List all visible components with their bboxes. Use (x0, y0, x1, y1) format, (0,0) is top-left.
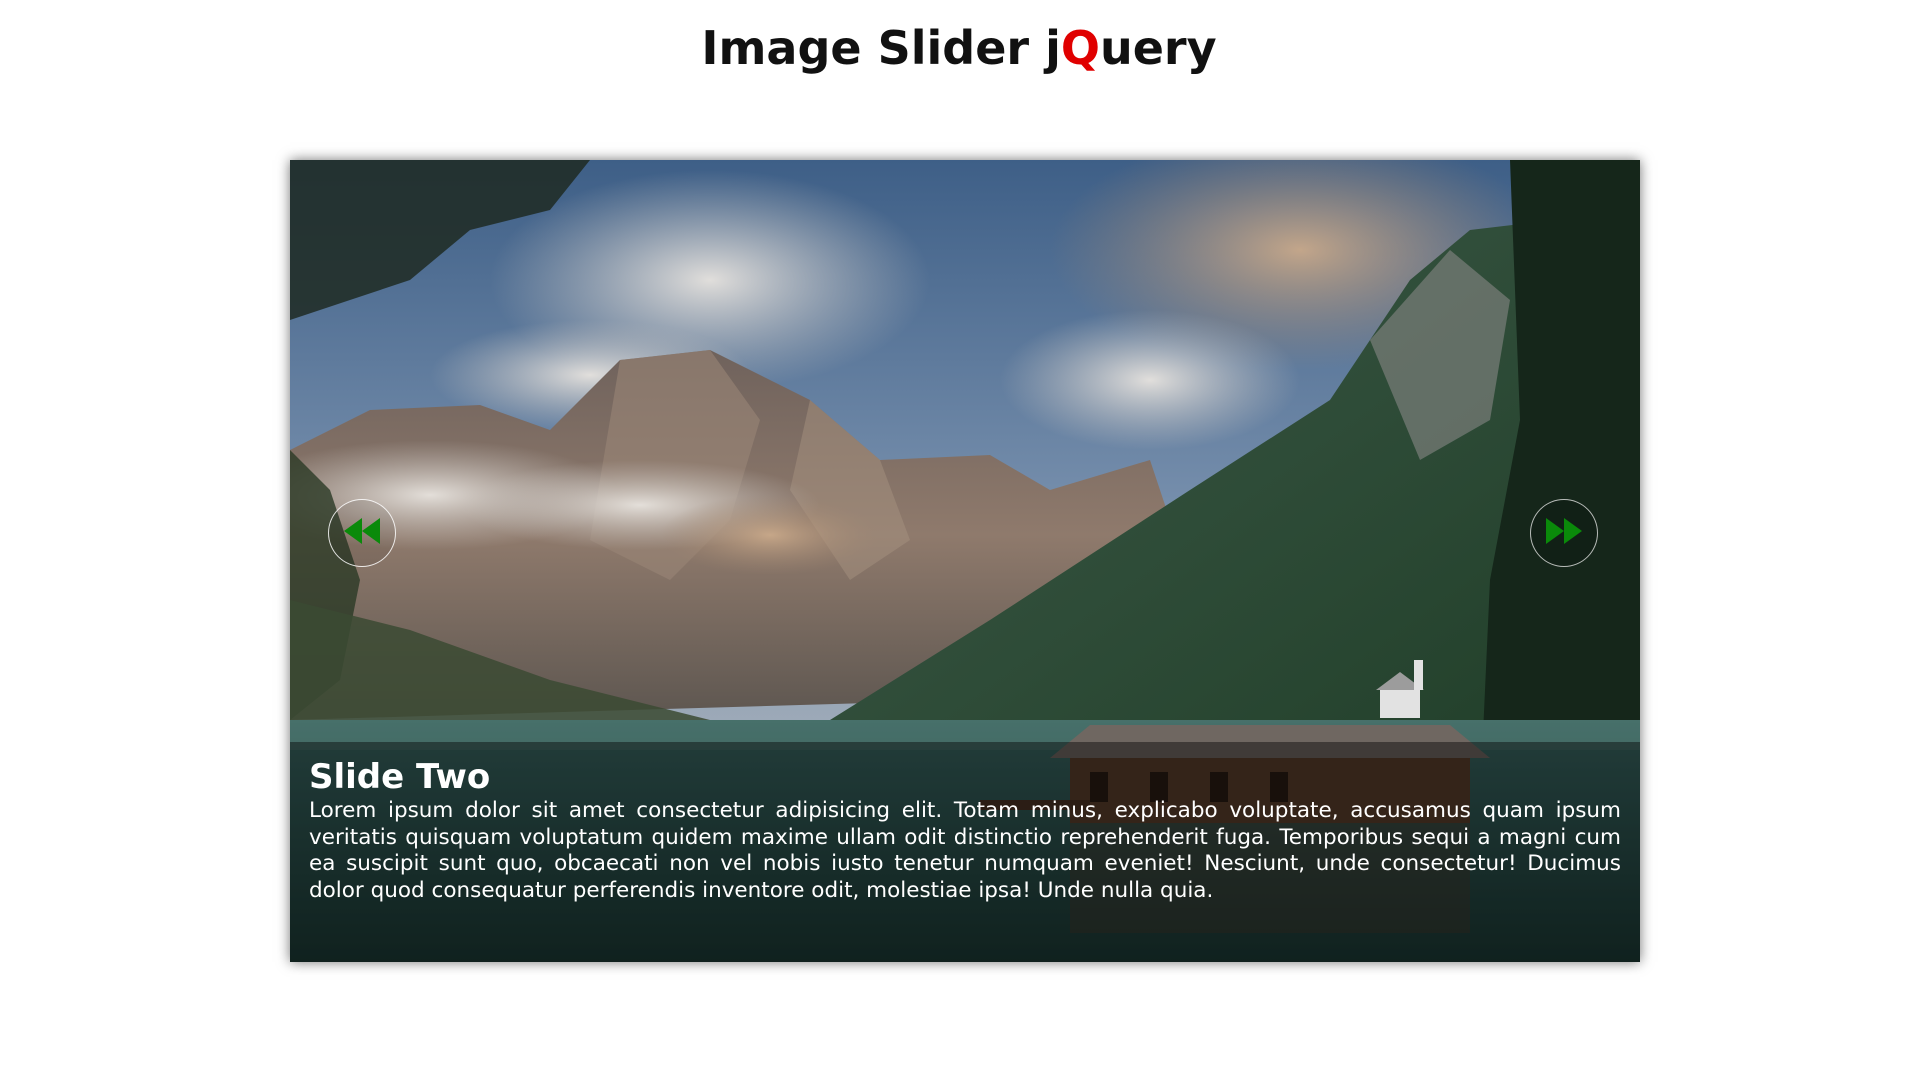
image-slider: Slide Two Lorem ipsum dolor sit amet con… (290, 160, 1640, 962)
previous-slide-button[interactable] (328, 499, 396, 567)
title-accent-letter: Q (1060, 21, 1100, 75)
next-slide-button[interactable] (1530, 499, 1598, 567)
rewind-icon (342, 516, 382, 550)
slide-caption: Slide Two Lorem ipsum dolor sit amet con… (290, 742, 1640, 962)
slide-description: Lorem ipsum dolor sit amet consectetur a… (309, 798, 1621, 903)
fast-forward-icon (1544, 516, 1584, 550)
page-title: Image Slider jQuery (0, 18, 1918, 78)
title-suffix: uery (1099, 21, 1217, 75)
slide-title: Slide Two (309, 757, 491, 797)
title-prefix: Image Slider j (701, 21, 1061, 75)
